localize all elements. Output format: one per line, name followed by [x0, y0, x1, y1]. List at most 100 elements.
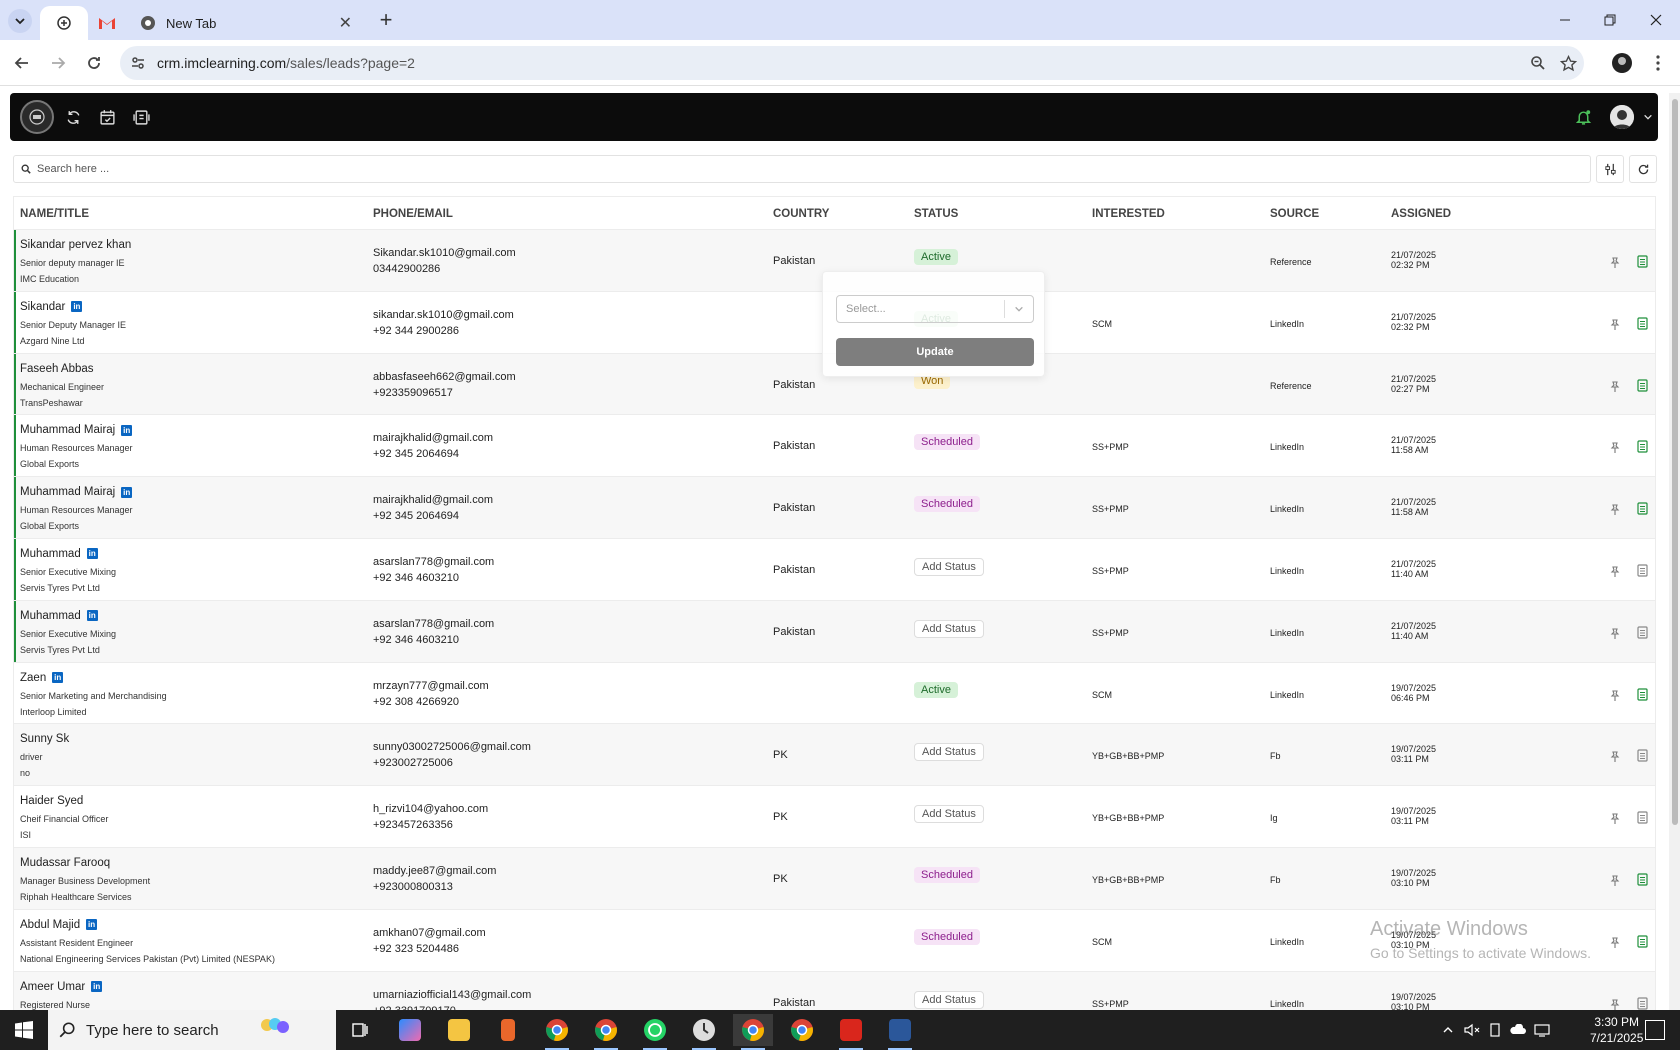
chrome-taskbar-icon[interactable] — [733, 1014, 773, 1050]
table-row[interactable]: Muhammad Mairaj in Human Resources Manager… — [14, 477, 1655, 539]
update-button[interactable]: Update — [836, 338, 1034, 366]
lead-name[interactable]: Haider Syed — [20, 795, 83, 807]
file-explorer-icon[interactable] — [439, 1014, 479, 1046]
lead-name[interactable]: Muhammad — [20, 548, 81, 560]
lead-name-cell[interactable]: Haider Syed — [20, 795, 83, 807]
minimize-button[interactable] — [1550, 8, 1580, 32]
tab-search-button[interactable] — [8, 9, 32, 33]
word-icon[interactable] — [880, 1014, 920, 1050]
status-badge[interactable]: Scheduled — [914, 866, 980, 883]
close-icon[interactable]: ✕ — [339, 13, 352, 33]
notes-document-icon[interactable] — [1637, 935, 1648, 953]
acrobat-icon[interactable] — [831, 1014, 871, 1050]
volume-muted-icon[interactable] — [1464, 1023, 1480, 1037]
table-row[interactable]: Muhammad in Senior Executive Mixing Servis … — [14, 600, 1655, 663]
restore-button[interactable] — [1595, 8, 1625, 32]
col-source[interactable]: SOURCE — [1270, 208, 1319, 220]
notes-document-icon[interactable] — [1637, 378, 1648, 397]
notes-document-icon[interactable] — [1637, 626, 1648, 644]
reload-button[interactable] — [82, 51, 106, 75]
table-row[interactable]: Muhammad Mairaj in Human Resources Manager… — [14, 415, 1655, 478]
network-icon[interactable] — [1534, 1023, 1550, 1037]
table-row[interactable]: Muhammad in Senior Executive Mixing Servis … — [14, 538, 1655, 601]
linkedin-icon[interactable]: in — [121, 486, 133, 498]
lead-name-cell[interactable]: Muhammad Mairaj in — [20, 424, 133, 436]
battery-icon[interactable] — [1488, 1023, 1502, 1037]
col-country[interactable]: COUNTRY — [773, 208, 829, 220]
pin-icon[interactable] — [1610, 936, 1620, 954]
chevron-down-icon[interactable] — [1637, 106, 1659, 128]
lead-name[interactable]: Sikandar — [20, 301, 65, 313]
bookmark-star-icon[interactable] — [1560, 54, 1577, 72]
close-window-button[interactable] — [1641, 8, 1671, 32]
pin-icon[interactable] — [1610, 380, 1620, 398]
pin-icon[interactable] — [1610, 503, 1620, 521]
linkedin-icon[interactable]: in — [86, 548, 98, 560]
col-phone-email[interactable]: PHONE/EMAIL — [373, 208, 453, 220]
address-bar[interactable]: crm.imclearning.com/sales/leads?page=2 — [120, 46, 1584, 80]
pin-icon[interactable] — [1610, 318, 1620, 336]
lead-name-cell[interactable]: Muhammad in — [20, 548, 98, 560]
lead-name-cell[interactable]: Muhammad in — [20, 610, 98, 622]
pin-icon[interactable] — [1610, 874, 1620, 892]
status-badge[interactable]: Scheduled — [914, 928, 980, 945]
notes-document-icon[interactable] — [1637, 996, 1648, 1010]
lead-name[interactable]: Sikandar pervez khan — [20, 239, 131, 251]
pin-icon[interactable] — [1610, 565, 1620, 583]
chrome-taskbar-icon[interactable] — [586, 1014, 626, 1050]
new-tab-button[interactable]: + — [374, 9, 398, 33]
pin-icon[interactable] — [1610, 689, 1620, 707]
status-badge[interactable]: Add Status — [914, 805, 984, 824]
lead-name-cell[interactable]: Abdul Majid in — [20, 919, 98, 931]
document-scan-icon[interactable] — [130, 106, 152, 128]
refresh-list-button[interactable] — [1629, 155, 1657, 183]
lead-name[interactable]: Muhammad Mairaj — [20, 486, 115, 498]
tab-new-tab[interactable]: New Tab ✕ — [134, 6, 362, 40]
notes-document-icon[interactable] — [1637, 873, 1648, 891]
notes-document-icon[interactable] — [1637, 255, 1648, 273]
lead-name-cell[interactable]: Ameer Umar in — [20, 981, 103, 993]
zoom-icon[interactable] — [1530, 55, 1546, 71]
table-row[interactable]: Mudassar Farooq Manager Business Developm… — [14, 847, 1655, 910]
status-badge[interactable]: Active — [914, 249, 958, 265]
menu-kebab-icon[interactable] — [1646, 51, 1670, 75]
notes-document-icon[interactable] — [1637, 749, 1648, 767]
table-row[interactable]: Zaen in Senior Marketing and Merchandising… — [14, 663, 1655, 725]
lead-name-cell[interactable]: Sikandar in — [20, 301, 83, 313]
back-button[interactable] — [10, 51, 34, 75]
pin-icon[interactable] — [1610, 256, 1620, 274]
start-button[interactable] — [0, 1010, 48, 1050]
lead-name[interactable]: Faseeh Abbas — [20, 363, 94, 375]
notes-document-icon[interactable] — [1637, 687, 1648, 706]
status-badge[interactable]: Add Status — [914, 557, 984, 576]
status-badge[interactable]: Scheduled — [914, 434, 980, 451]
status-badge[interactable]: Add Status — [914, 743, 984, 762]
chrome-taskbar-icon[interactable] — [782, 1014, 822, 1046]
table-row[interactable]: Sunny Sk driver no sunny03002725006@gmail.c… — [14, 724, 1655, 787]
linkedin-icon[interactable]: in — [86, 919, 98, 931]
copilot-icon[interactable] — [390, 1014, 430, 1046]
search-input[interactable] — [37, 163, 1537, 175]
site-settings-icon[interactable] — [130, 55, 146, 71]
app-icon[interactable] — [488, 1014, 528, 1046]
whatsapp-icon[interactable] — [635, 1014, 675, 1050]
lead-name[interactable]: Muhammad — [20, 610, 81, 622]
lead-name-cell[interactable]: Zaen in — [20, 672, 64, 684]
lead-name[interactable]: Sunny Sk — [20, 733, 69, 745]
pin-icon[interactable] — [1610, 627, 1620, 645]
pin-icon[interactable] — [1610, 812, 1620, 830]
status-badge[interactable]: Scheduled — [914, 496, 980, 513]
lead-name[interactable]: Muhammad Mairaj — [20, 424, 115, 436]
profile-avatar[interactable] — [1610, 51, 1634, 75]
status-badge[interactable]: Active — [914, 681, 958, 698]
pin-icon[interactable] — [1610, 441, 1620, 459]
lead-name[interactable]: Mudassar Farooq — [20, 857, 110, 869]
refresh-icon[interactable] — [62, 106, 84, 128]
lead-name-cell[interactable]: Sunny Sk — [20, 733, 69, 745]
lead-name-cell[interactable]: Mudassar Farooq — [20, 857, 110, 869]
user-avatar[interactable] — [1610, 105, 1634, 129]
lead-name-cell[interactable]: Faseeh Abbas — [20, 363, 94, 375]
notes-document-icon[interactable] — [1637, 564, 1648, 582]
bell-icon[interactable] — [1572, 106, 1594, 128]
chrome-taskbar-icon[interactable] — [537, 1014, 577, 1050]
